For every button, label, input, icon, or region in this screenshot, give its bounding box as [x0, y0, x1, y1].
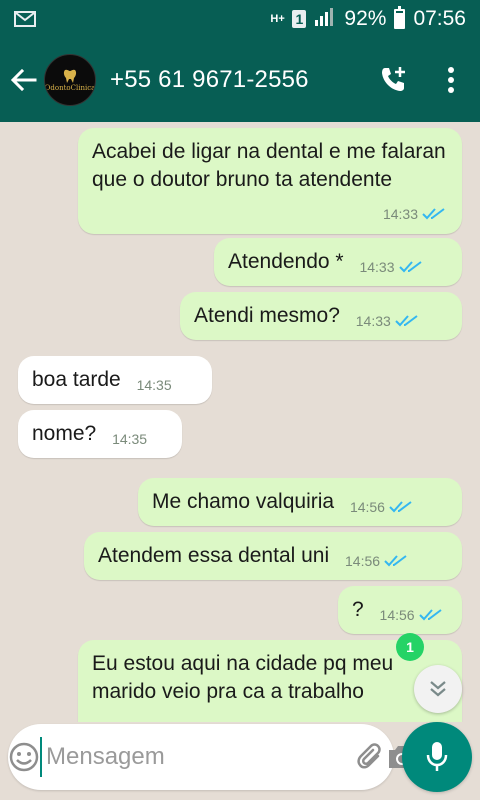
message-list[interactable]: Acabei de ligar na dental e me falaran q…	[0, 122, 480, 722]
voice-record-button[interactable]	[402, 722, 472, 792]
message-time: 14:56	[345, 553, 381, 569]
message-meta: 14:33	[383, 200, 448, 228]
sim-slot-badge: 1	[292, 10, 307, 28]
message-meta: 14:33	[359, 253, 424, 281]
message-time: 14:33	[359, 259, 395, 275]
message-meta: 14:33	[356, 307, 421, 335]
message-time: 14:56	[379, 607, 415, 623]
status-bar: H+ 1 92% 07:56	[0, 0, 480, 38]
signal-icon	[314, 6, 336, 32]
more-options-button[interactable]	[436, 50, 466, 110]
emoji-button[interactable]	[8, 724, 40, 790]
message-meta: 14:35	[112, 425, 147, 453]
message-input[interactable]	[40, 737, 356, 777]
message-time: 14:35	[136, 377, 172, 393]
emoji-icon	[9, 742, 39, 772]
read-ticks-icon	[389, 501, 412, 513]
message-bubble-incoming[interactable]: nome? 14:35	[18, 410, 182, 458]
contact-name[interactable]: +55 61 9671-2556	[110, 66, 372, 94]
message-text: nome?	[32, 422, 97, 445]
message-bubble-outgoing[interactable]: Atendi mesmo? 14:33	[180, 292, 462, 340]
read-ticks-icon	[395, 315, 418, 327]
message-text: Atendendo *	[228, 250, 344, 273]
clock: 07:56	[413, 7, 466, 30]
read-ticks-icon	[422, 208, 445, 220]
message-bubble-outgoing[interactable]: ? 14:56	[338, 586, 462, 634]
battery-percent: 92%	[344, 7, 387, 30]
message-meta: 14:56	[345, 547, 410, 575]
message-bubble-outgoing[interactable]: Atendem essa dental uni 14:56	[84, 532, 462, 580]
paperclip-icon	[357, 743, 381, 769]
add-call-icon	[382, 67, 405, 91]
message-meta: 14:56	[380, 601, 445, 629]
tooth-logo-icon	[63, 69, 77, 83]
unread-count-badge: 1	[396, 633, 424, 661]
composer-bar	[8, 724, 415, 790]
more-vertical-icon	[448, 67, 454, 93]
add-call-button[interactable]	[372, 50, 416, 110]
message-bubble-incoming[interactable]: boa tarde 14:35	[18, 356, 212, 404]
battery-icon	[394, 6, 406, 29]
read-ticks-icon	[398, 261, 422, 273]
attach-button[interactable]	[356, 724, 386, 790]
message-meta: 14:35	[137, 371, 172, 399]
message-text: Me chamo valquiria	[152, 490, 335, 513]
message-meta: 14:56	[350, 493, 415, 521]
message-text: Atendem essa dental uni	[98, 544, 330, 567]
message-text: ?	[352, 598, 364, 621]
message-text: Acabei de ligar na dental e me falaran q…	[92, 140, 446, 191]
avatar-brand-text: OdontoClinica	[44, 84, 96, 92]
contact-avatar[interactable]: OdontoClinica	[44, 54, 96, 106]
message-bubble-outgoing[interactable]: Me chamo valquiria 14:56	[138, 478, 462, 526]
network-type-label: H+	[270, 13, 285, 25]
mail-icon	[14, 11, 36, 27]
message-time: 14:33	[355, 313, 391, 329]
message-text: Eu estou aqui na cidade pq meu marido ve…	[92, 652, 394, 703]
message-text: boa tarde	[32, 368, 121, 391]
message-bubble-outgoing[interactable]: Acabei de ligar na dental e me falaran q…	[78, 128, 462, 234]
message-time: 14:33	[382, 206, 418, 222]
read-ticks-icon	[384, 555, 407, 567]
scroll-to-bottom-button[interactable]	[414, 665, 462, 713]
arrow-left-icon	[11, 69, 37, 91]
message-text: Atendi mesmo?	[194, 304, 340, 327]
message-time: 14:56	[349, 499, 385, 515]
microphone-icon	[426, 742, 448, 771]
double-chevron-down-icon	[430, 681, 446, 697]
message-bubble-outgoing[interactable]: Atendendo * 14:33	[214, 238, 462, 286]
back-button[interactable]	[4, 50, 44, 110]
message-time: 14:35	[112, 431, 148, 447]
chat-header: OdontoClinica +55 61 9671-2556	[0, 38, 480, 122]
read-ticks-icon	[418, 609, 442, 621]
